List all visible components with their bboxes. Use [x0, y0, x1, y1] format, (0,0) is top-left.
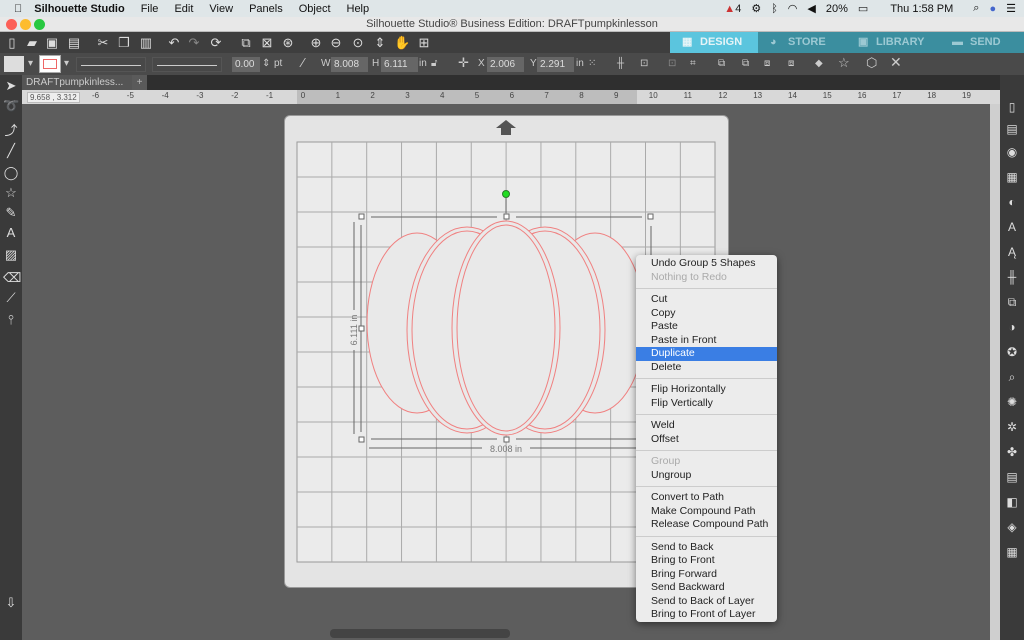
- menu-separator: [636, 288, 777, 289]
- menu-item-paste[interactable]: Paste: [636, 320, 777, 334]
- menu-item-make-compound-path[interactable]: Make Compound Path: [636, 505, 777, 519]
- menu-item-ungroup[interactable]: Ungroup: [636, 469, 777, 483]
- menu-item-undo-group-5-shapes[interactable]: Undo Group 5 Shapes: [636, 257, 777, 271]
- menu-item-cut[interactable]: Cut: [636, 293, 777, 307]
- resize-handle[interactable]: [647, 213, 654, 220]
- menu-item-flip-vertically[interactable]: Flip Vertically: [636, 397, 777, 411]
- resize-handle[interactable]: [358, 213, 365, 220]
- menu-item-bring-to-front[interactable]: Bring to Front: [636, 554, 777, 568]
- menu-separator: [636, 378, 777, 379]
- menu-separator: [636, 450, 777, 451]
- resize-handle[interactable]: [503, 436, 510, 443]
- height-dimension-label: 6.111 in: [349, 315, 359, 346]
- menu-item-convert-to-path[interactable]: Convert to Path: [636, 491, 777, 505]
- menu-separator: [636, 535, 777, 537]
- menu-item-release-compound-path[interactable]: Release Compound Path: [636, 518, 777, 532]
- rotate-handle[interactable]: [502, 190, 510, 198]
- menu-item-bring-to-front-of-layer[interactable]: Bring to Front of Layer: [636, 608, 777, 622]
- menu-item-offset[interactable]: Offset: [636, 433, 777, 447]
- feed-direction-arrow-icon: [496, 120, 516, 135]
- menu-item-weld[interactable]: Weld: [636, 419, 777, 433]
- menu-item-nothing-to-redo: Nothing to Redo: [651, 270, 727, 283]
- width-dimension-label: 8.008 in: [490, 444, 522, 454]
- menu-item-send-to-back-of-layer[interactable]: Send to Back of Layer: [636, 595, 777, 609]
- resize-handle[interactable]: [358, 436, 365, 443]
- menu-item-paste-in-front[interactable]: Paste in Front: [636, 334, 777, 348]
- menu-separator: [636, 486, 777, 487]
- menu-item-group: Group: [651, 455, 681, 467]
- context-menu: Undo Group 5 Shapes Nothing to Redo Cut Cop…: [636, 255, 777, 622]
- menu-item-send-backward[interactable]: Send Backward: [636, 581, 777, 595]
- menu-item-duplicate[interactable]: Duplicate: [636, 347, 777, 361]
- canvas-drawing: 8.008 in 6.111 in: [296, 120, 716, 563]
- pumpkin-segment-center[interactable]: [451, 220, 561, 436]
- menu-item-bring-forward[interactable]: Bring Forward: [636, 568, 777, 582]
- menu-separator: [636, 414, 777, 415]
- horizontal-scrollbar[interactable]: [330, 629, 510, 638]
- pumpkin-design[interactable]: [366, 220, 646, 436]
- resize-handle[interactable]: [358, 325, 365, 332]
- resize-handle[interactable]: [503, 213, 510, 220]
- menu-item-flip-horizontally[interactable]: Flip Horizontally: [636, 383, 777, 397]
- menu-item-delete[interactable]: Delete: [636, 361, 777, 375]
- menu-item-send-to-back[interactable]: Send to Back: [636, 541, 777, 555]
- menu-item-copy[interactable]: Copy: [636, 307, 777, 321]
